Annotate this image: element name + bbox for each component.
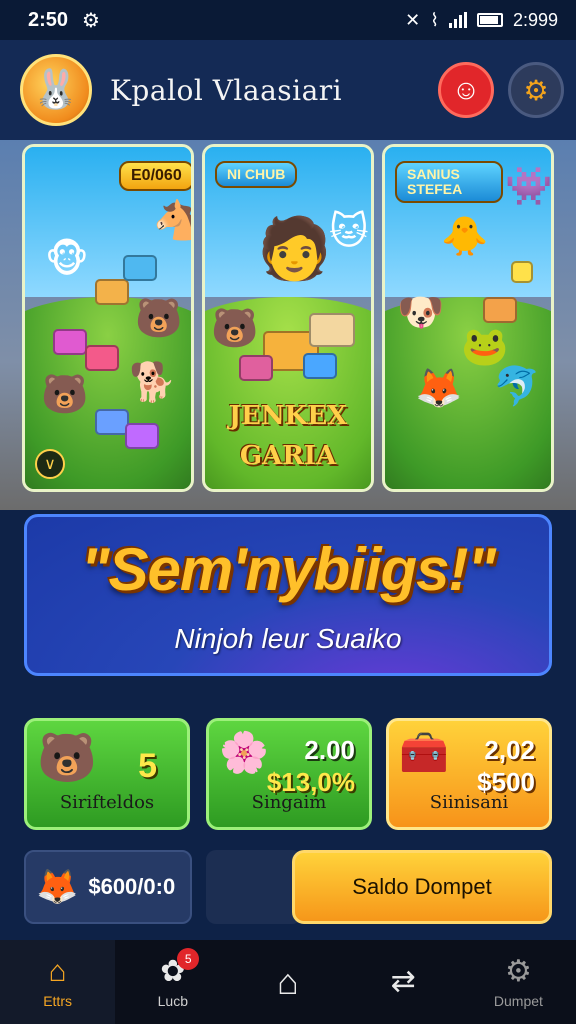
pig-icon: 🐻 bbox=[135, 298, 183, 340]
game-title-line1: JENKEX bbox=[228, 401, 348, 431]
signal-icon bbox=[448, 12, 467, 28]
nav-label-home: Ettrs bbox=[43, 993, 72, 1009]
nav-item-center[interactable]: ⌂ bbox=[230, 940, 345, 1024]
nav-item-transfer[interactable]: ⇄ bbox=[346, 940, 461, 1024]
game-card-3[interactable]: SANIUS STEFEA 👾 🐥 🐶 🐸 🦊 🐬 bbox=[382, 144, 554, 492]
status-left: 2:50 ⚙ bbox=[28, 8, 100, 33]
monkey-icon: 🐵 bbox=[45, 239, 89, 281]
stat-label-1: Sirifteldos bbox=[59, 792, 155, 813]
status-bar: 2:50 ⚙ ✕ ⌇ 2:999 bbox=[0, 0, 576, 40]
game-badge-1: E0/060 bbox=[119, 161, 191, 191]
game-card-2[interactable]: NI CHUB 🧑 🐱 🐻 JENKEX GARIA bbox=[202, 144, 374, 492]
home-icon: ⌂ bbox=[48, 955, 67, 988]
stat-card-1[interactable]: 🐻 5 Sirifteldos bbox=[24, 718, 190, 830]
stat-card-2[interactable]: 🌸 2.00 $13,0% Singaim bbox=[206, 718, 372, 830]
dog-icon: 🐕 bbox=[129, 362, 177, 404]
stat-value-1: 5 bbox=[138, 747, 157, 785]
promo-headline: "Sem'nybiigs!" bbox=[81, 536, 496, 603]
balance-value: $600/0:0 bbox=[88, 874, 176, 899]
horse-icon: 🐴 bbox=[153, 199, 191, 243]
notification-badge: 5 bbox=[177, 948, 200, 970]
boy-character-icon: 🧑 bbox=[257, 215, 332, 282]
settings-button[interactable]: ⚙ bbox=[508, 62, 564, 118]
treasure-chest-icon: 🧰 bbox=[399, 731, 449, 775]
app-header: 🐰 Kpalol Vlaasiari ☺ ⚙ bbox=[0, 40, 576, 140]
promo-subtitle: Ninjoh leur Suaiko bbox=[174, 623, 402, 654]
status-time: 2:50 bbox=[28, 8, 69, 31]
transfer-icon: ⇄ bbox=[390, 965, 416, 998]
flower-icon: 🌸 bbox=[219, 731, 269, 775]
app-title: Kpalol Vlaasiari bbox=[110, 73, 343, 107]
wallet-button-label: Saldo Dompet bbox=[352, 874, 492, 899]
status-right: ✕ ⌇ 2:999 bbox=[405, 10, 558, 31]
stat-label-2: Singaim bbox=[251, 792, 327, 813]
game-badge-3: SANIUS STEFEA bbox=[395, 161, 503, 203]
bear-icon: 🐻 bbox=[211, 308, 259, 350]
bear-icon: 🐻 bbox=[41, 374, 89, 416]
duck-icon: 🐥 bbox=[441, 216, 489, 258]
stat-label-3: Siinisani bbox=[429, 792, 509, 813]
gear-icon: ⚙ bbox=[523, 74, 549, 106]
status-right-time: 2:999 bbox=[512, 9, 558, 30]
game-badge-2: NI CHUB bbox=[215, 161, 298, 188]
nav-label-wallet: Dumpet bbox=[493, 993, 543, 1009]
bottom-nav: ⌂ Ettrs ✿ 5 Lucb ⌂ ⇄ ⚙ Dumpet bbox=[0, 940, 576, 1024]
house-outline-icon: ⌂ bbox=[277, 961, 299, 1002]
cat-icon: 🐱 bbox=[329, 211, 369, 253]
wifi-icon: ⌇ bbox=[430, 9, 439, 30]
nav-item-games[interactable]: ✿ 5 Lucb bbox=[115, 940, 230, 1024]
wallet-balance-button[interactable]: Saldo Dompet bbox=[292, 850, 552, 924]
dolphin-icon: 🐬 bbox=[493, 366, 541, 408]
fox-avatar-icon: 🦊 bbox=[36, 868, 79, 906]
dog-icon: 🐶 bbox=[397, 292, 445, 334]
nav-item-wallet[interactable]: ⚙ Dumpet bbox=[461, 940, 576, 1024]
profile-icon: ☺ bbox=[451, 74, 481, 105]
nav-label-games: Lucb bbox=[157, 993, 188, 1009]
games-carousel: E0/060 🐴 🐵 🐻 🐻 🐕 ∨ NI CHUB 🧑 🐱 🐻 JENKEX … bbox=[0, 140, 576, 510]
chevron-down-icon[interactable]: ∨ bbox=[35, 449, 65, 479]
bear-coin-icon: 🐻 bbox=[37, 732, 97, 785]
notification-icon: ⚙ bbox=[82, 9, 100, 32]
game-title-line2: GARIA bbox=[239, 441, 337, 471]
stat-card-3[interactable]: 🧰 2,02 $500 Siinisani bbox=[386, 718, 552, 830]
promo-banner[interactable]: "Sem'nybiigs!" Ninjoh leur Suaiko bbox=[24, 514, 552, 676]
fox-icon: 🦊 bbox=[415, 368, 463, 410]
stat-value-2a: 2.00 bbox=[304, 735, 355, 765]
nav-item-home[interactable]: ⌂ Ettrs bbox=[0, 940, 116, 1024]
empty-slot bbox=[206, 850, 302, 924]
bunny-mascot-icon[interactable]: 🐰 bbox=[20, 54, 92, 126]
profile-button[interactable]: ☺ bbox=[438, 62, 494, 118]
mute-icon: ✕ bbox=[405, 9, 421, 30]
alien-icon: 👾 bbox=[505, 166, 553, 208]
stat-value-3a: 2,02 bbox=[484, 735, 535, 765]
frog-icon: 🐸 bbox=[461, 326, 509, 368]
profile-gear-icon: ⚙ bbox=[504, 955, 532, 988]
battery-icon bbox=[476, 13, 503, 27]
game-card-1[interactable]: E0/060 🐴 🐵 🐻 🐻 🐕 ∨ bbox=[22, 144, 194, 492]
balance-box[interactable]: 🦊 $600/0:0 bbox=[24, 850, 192, 924]
